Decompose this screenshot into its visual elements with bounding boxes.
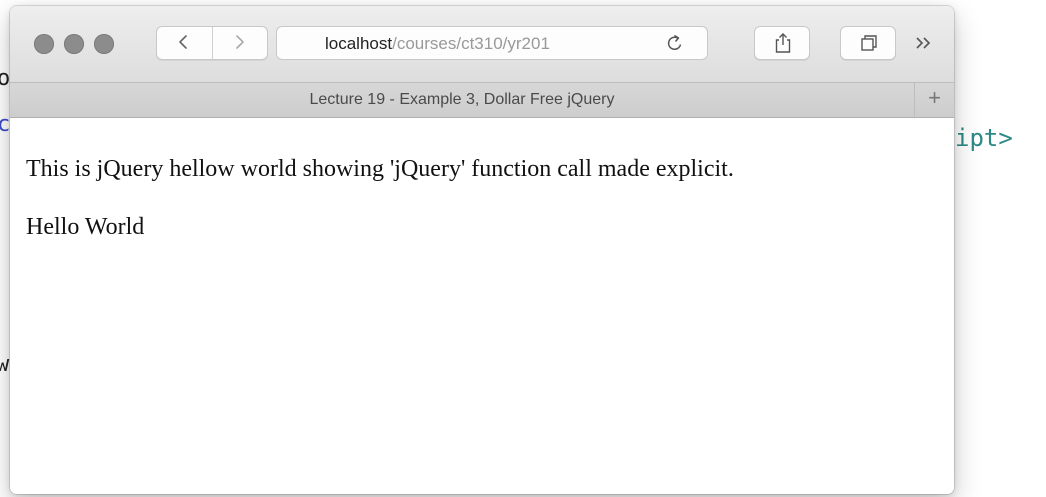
- chevron-double-right-icon[interactable]: [912, 31, 936, 55]
- url-text[interactable]: localhost/courses/ct310/yr201: [325, 34, 647, 56]
- tabs-overview-icon: [861, 35, 877, 51]
- nav-divider: [212, 27, 213, 59]
- reload-icon[interactable]: [665, 33, 685, 53]
- background-code-fragment: o: [0, 66, 11, 91]
- browser-window: localhost/courses/ct310/yr201 Lecture 19…: [10, 6, 954, 494]
- share-icon: [775, 33, 791, 53]
- background-code-fragment: c: [0, 112, 11, 137]
- minimize-window-button[interactable]: [64, 34, 84, 54]
- background-code-fragment: w: [0, 352, 10, 377]
- new-tab-button[interactable]: +: [914, 83, 954, 117]
- browser-toolbar: localhost/courses/ct310/yr201: [10, 6, 954, 82]
- navigation-buttons: [156, 26, 268, 60]
- zoom-window-button[interactable]: [94, 34, 114, 54]
- page-content: This is jQuery hellow world showing 'jQu…: [10, 118, 954, 494]
- tab-bar: Lecture 19 - Example 3, Dollar Free jQue…: [10, 82, 954, 118]
- show-tabs-button[interactable]: [840, 26, 896, 60]
- chevron-right-icon[interactable]: [232, 35, 246, 49]
- url-host: localhost: [325, 34, 393, 53]
- address-bar[interactable]: localhost/courses/ct310/yr201: [276, 26, 708, 60]
- tab-active[interactable]: Lecture 19 - Example 3, Dollar Free jQue…: [10, 91, 914, 109]
- url-path: /courses/ct310/yr201: [392, 34, 550, 53]
- chevron-left-icon[interactable]: [177, 35, 191, 49]
- intro-paragraph: This is jQuery hellow world showing 'jQu…: [26, 156, 734, 182]
- hello-world-text: Hello World: [26, 214, 145, 240]
- background-code-fragment: ipt>: [955, 124, 1013, 152]
- close-window-button[interactable]: [34, 34, 54, 54]
- share-button[interactable]: [754, 26, 810, 60]
